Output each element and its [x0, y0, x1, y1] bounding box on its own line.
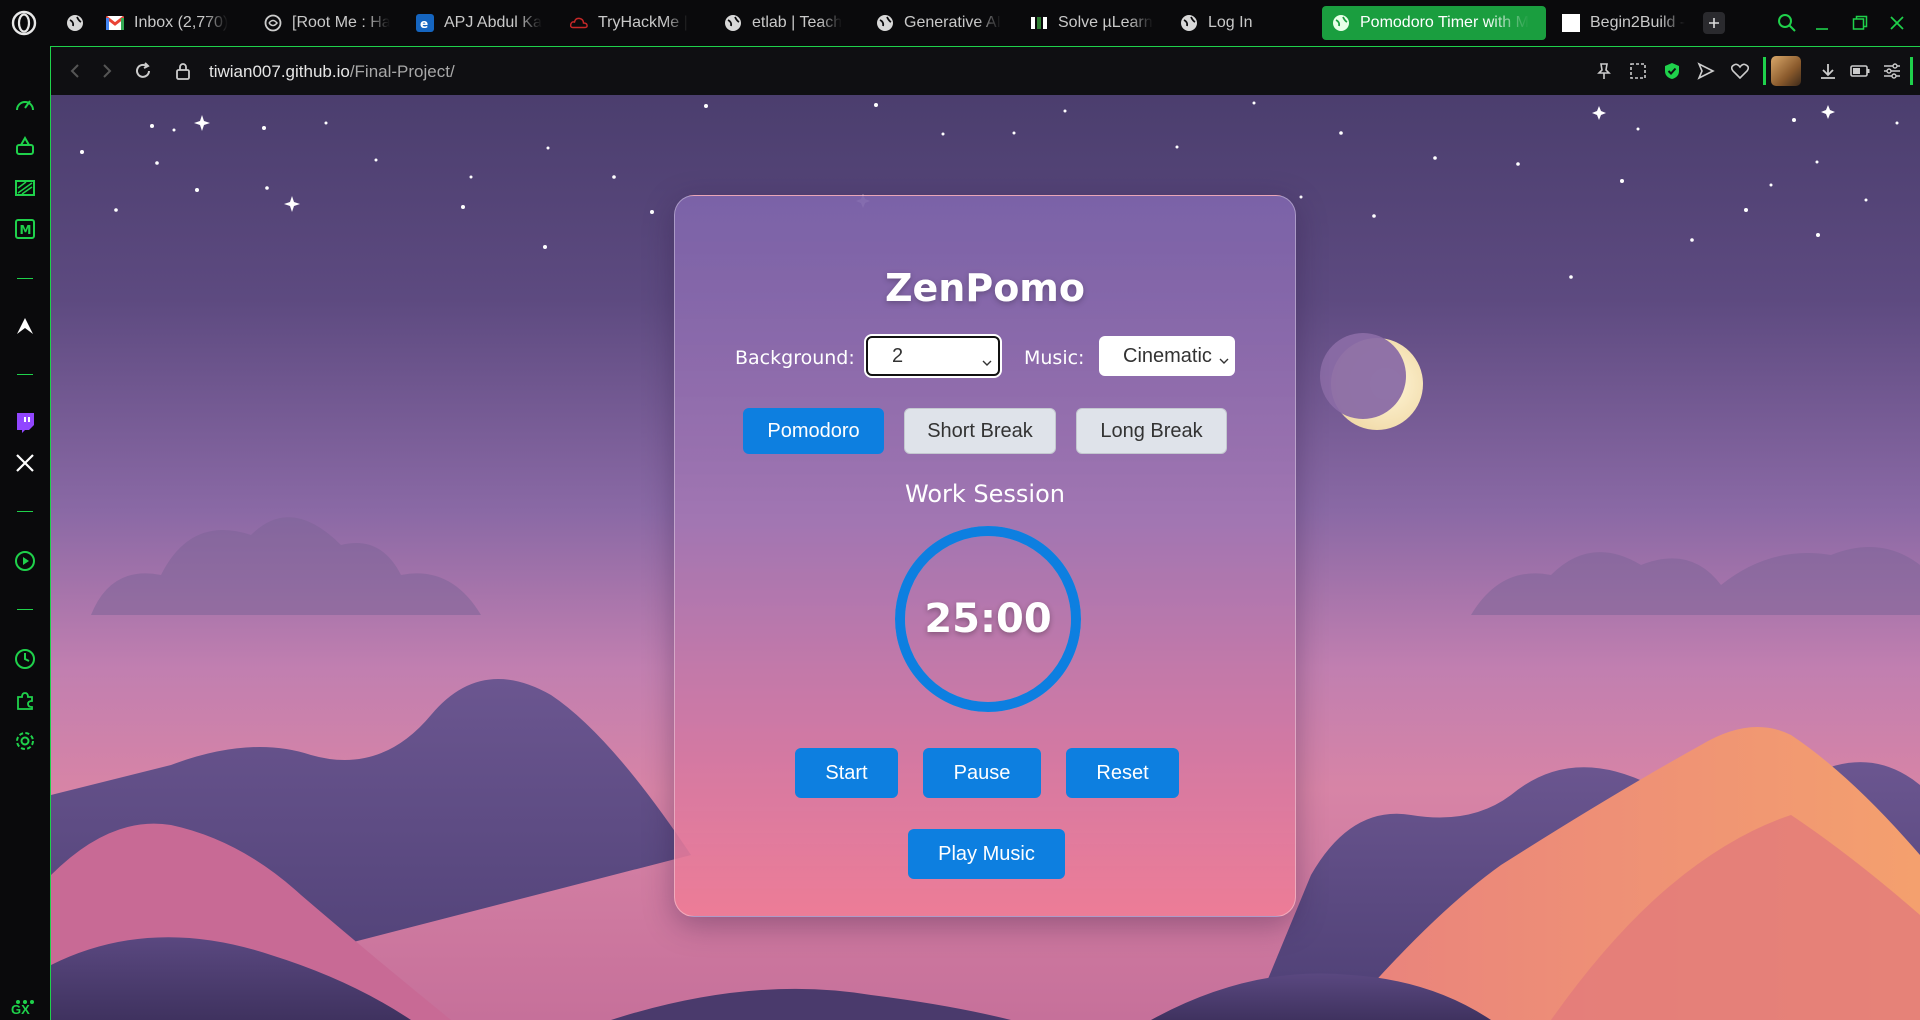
svg-text:M: M: [20, 223, 32, 237]
globe-icon: [66, 14, 84, 32]
forward-icon[interactable]: [95, 59, 119, 83]
browser-window: tiwian007.github.io/Final-Project/ ZenPo…: [50, 46, 1920, 1020]
globe-icon: [1332, 14, 1350, 32]
close-window-icon[interactable]: [1885, 11, 1909, 35]
pause-button[interactable]: Pause: [923, 748, 1041, 798]
page-viewport: ZenPomo Background: 2 Music: Cinematic P…: [51, 95, 1920, 1020]
lock-icon[interactable]: [171, 59, 195, 83]
pin-icon[interactable]: [1592, 59, 1616, 83]
background-label: Background:: [735, 347, 855, 369]
tab-begin2build[interactable]: Begin2Build -: [1562, 8, 1688, 38]
gx-corner-icon[interactable]: [13, 176, 37, 200]
url-path: /Final-Project/: [349, 62, 455, 81]
chevron-down-icon: [982, 350, 992, 373]
tab-label: APJ Abdul Ka: [444, 14, 542, 31]
url-domain: tiwian007.github.io: [209, 62, 350, 81]
easy-setup-icon[interactable]: [1880, 59, 1904, 83]
more-options-icon[interactable]: [13, 990, 37, 1014]
gmail-icon: [106, 14, 124, 32]
rootme-icon: [264, 14, 282, 32]
toolbar-divider: [1763, 57, 1766, 85]
tab-label: Generative AI: [904, 14, 1001, 31]
tab-etlab[interactable]: etlab | Teach: [724, 8, 850, 38]
back-icon[interactable]: [63, 59, 87, 83]
tab-label: etlab | Teach: [752, 14, 843, 31]
tab-mulearn[interactable]: Solve µLearn: [1030, 8, 1156, 38]
tab-label: Log In: [1208, 14, 1253, 31]
tab-rootme[interactable]: [Root Me : Ha: [264, 8, 390, 38]
tab-label: Begin2Build -: [1590, 14, 1686, 31]
tab-bar: Inbox (2,770) [Root Me : Ha e APJ Abdul …: [0, 0, 1920, 46]
tab-tryhackme[interactable]: TryHackMe |: [570, 8, 696, 38]
svg-text:e: e: [420, 17, 428, 31]
search-tabs-icon[interactable]: [1775, 11, 1799, 35]
tab-login[interactable]: Log In: [1180, 8, 1290, 38]
app-title: ZenPomo: [884, 266, 1086, 310]
crescent-moon: [1320, 333, 1423, 430]
session-label: Work Session: [905, 480, 1065, 508]
tab-pomodoro-active[interactable]: Pomodoro Timer with M: [1322, 6, 1546, 40]
snapshot-icon[interactable]: [1626, 59, 1650, 83]
history-icon[interactable]: [13, 647, 37, 671]
x-icon[interactable]: [13, 451, 37, 475]
minimize-icon[interactable]: [1810, 11, 1834, 35]
music-select-value: Cinematic: [1123, 344, 1212, 367]
send-icon[interactable]: [1694, 59, 1718, 83]
opera-gx-logo-icon[interactable]: [10, 9, 38, 37]
tab-label: Solve µLearn: [1058, 14, 1153, 31]
sidebar-divider: [17, 609, 33, 610]
timer-display: 25:00: [924, 596, 1052, 642]
play-music-button[interactable]: Play Music: [908, 829, 1065, 879]
reload-icon[interactable]: [131, 59, 155, 83]
adblock-shield-icon[interactable]: [1660, 59, 1684, 83]
pomodoro-mode-button[interactable]: Pomodoro: [743, 408, 884, 454]
globe-icon: [1180, 14, 1198, 32]
gx-m-icon[interactable]: M: [13, 217, 37, 241]
reset-button[interactable]: Reset: [1066, 748, 1179, 798]
extensions-icon[interactable]: [13, 688, 37, 712]
music-label: Music:: [1024, 347, 1085, 369]
tab-ktu[interactable]: e APJ Abdul Ka: [416, 8, 542, 38]
toolbar-divider: [1910, 57, 1913, 85]
mulearn-icon: [1030, 14, 1048, 32]
tab-globe[interactable]: [66, 8, 90, 38]
tab-gmail[interactable]: Inbox (2,770): [106, 8, 236, 38]
long-break-mode-button[interactable]: Long Break: [1076, 408, 1227, 454]
download-icon[interactable]: [1816, 59, 1840, 83]
background-select-value: 2: [892, 344, 904, 367]
background-select[interactable]: 2: [866, 336, 1000, 376]
ai-assistant-icon[interactable]: [13, 134, 37, 158]
tab-label: TryHackMe |: [598, 14, 688, 31]
player-icon[interactable]: [13, 549, 37, 573]
start-button[interactable]: Start: [795, 748, 898, 798]
globe-icon: [876, 14, 894, 32]
tryhackme-icon: [570, 14, 588, 32]
music-select[interactable]: Cinematic: [1099, 336, 1235, 376]
url-field[interactable]: tiwian007.github.io/Final-Project/: [209, 62, 455, 82]
sidebar-divider: [17, 278, 33, 279]
heart-icon[interactable]: [1728, 59, 1752, 83]
aria-icon[interactable]: [13, 314, 37, 338]
restore-icon[interactable]: [1848, 11, 1872, 35]
tab-label: Pomodoro Timer with M: [1360, 14, 1529, 31]
avatar[interactable]: [1771, 56, 1801, 86]
short-break-mode-button[interactable]: Short Break: [904, 408, 1056, 454]
twitch-icon[interactable]: [13, 410, 37, 434]
tab-generative-ai[interactable]: Generative AI: [876, 8, 1002, 38]
page-icon: [1562, 14, 1580, 32]
ktu-icon: e: [416, 14, 434, 32]
address-bar: tiwian007.github.io/Final-Project/: [51, 47, 1920, 95]
tab-label: [Root Me : Ha: [292, 14, 390, 31]
tab-label: Inbox (2,770): [134, 14, 229, 31]
settings-icon[interactable]: [13, 729, 37, 753]
speed-dial-icon[interactable]: [13, 93, 37, 117]
sidebar-divider: [17, 374, 33, 375]
pomodoro-card: ZenPomo Background: 2 Music: Cinematic P…: [674, 195, 1296, 917]
new-tab-button[interactable]: [1703, 12, 1725, 34]
globe-icon: [724, 14, 742, 32]
battery-saver-icon[interactable]: [1848, 59, 1872, 83]
sidebar: M GX: [0, 46, 50, 1020]
sidebar-divider: [17, 511, 33, 512]
chevron-down-icon: [1219, 348, 1229, 371]
